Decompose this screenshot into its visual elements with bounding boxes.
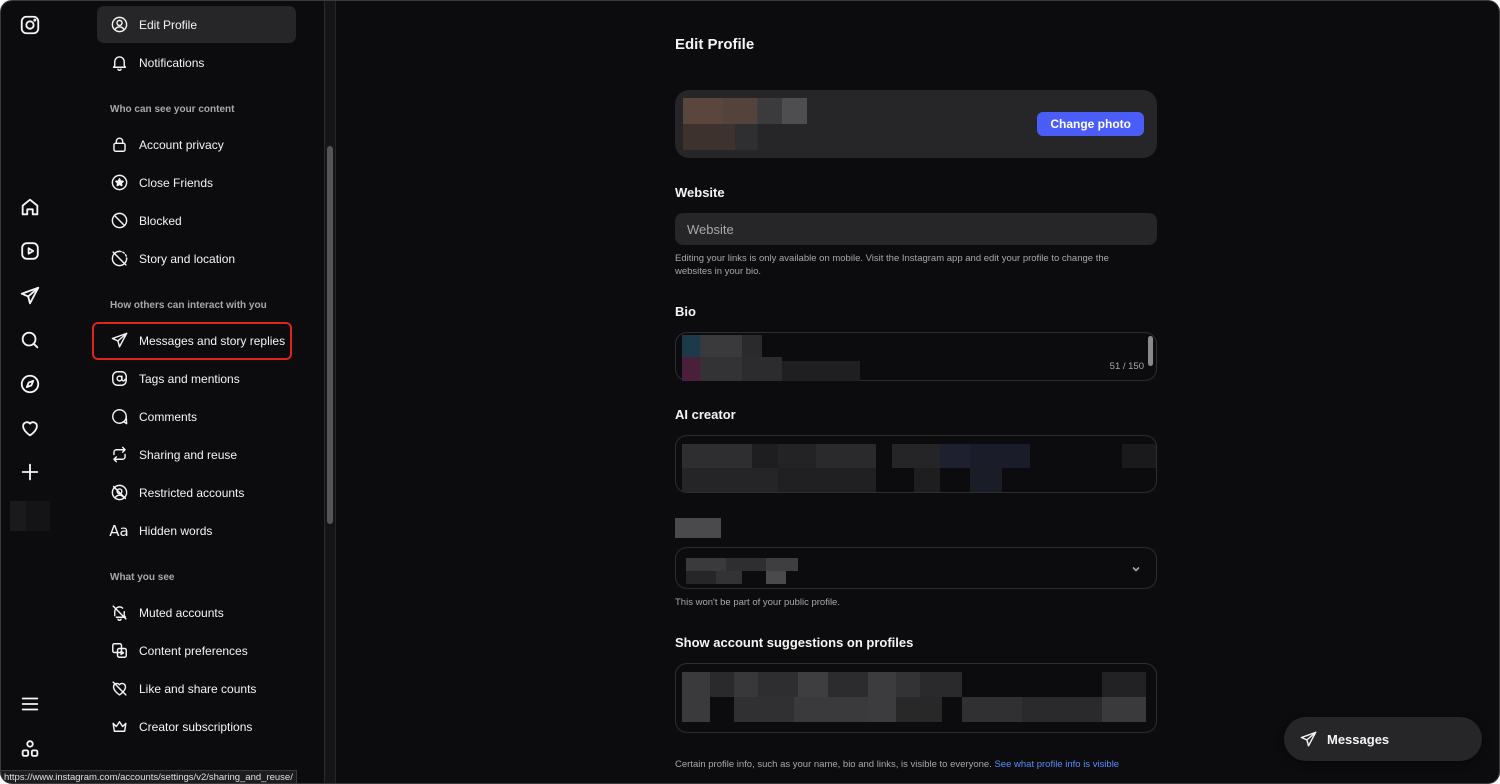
app-window: Edit Profile Notifications Who can see y… — [0, 0, 1500, 784]
ai-creator-setting[interactable] — [675, 435, 1157, 493]
nav-label: Like and share counts — [139, 681, 257, 696]
nav-creator-subscriptions[interactable]: Creator subscriptions — [97, 708, 296, 745]
nav-label: Messages and story replies — [139, 333, 286, 348]
nav-notifications[interactable]: Notifications — [97, 44, 296, 81]
gender-help-text: This won't be part of your public profil… — [675, 597, 840, 608]
restricted-icon — [109, 483, 129, 503]
menu-hamburger-icon[interactable] — [18, 692, 42, 716]
text-aa-icon: Aa — [109, 521, 129, 540]
comment-icon — [109, 407, 129, 427]
section-heading: How others can interact with you — [110, 300, 267, 311]
bio-character-counter: 51 / 150 — [1109, 361, 1144, 372]
nav-label: Muted accounts — [139, 605, 224, 620]
bell-off-icon — [109, 603, 129, 623]
reels-icon[interactable] — [18, 239, 42, 263]
nav-label: Tags and mentions — [139, 371, 240, 386]
profile-photo-redacted — [683, 98, 807, 150]
instagram-logo-icon[interactable] — [18, 13, 42, 37]
nav-comments[interactable]: Comments — [97, 398, 296, 435]
change-photo-button[interactable]: Change photo — [1037, 112, 1144, 136]
suggestions-label: Show account suggestions on profiles — [675, 635, 914, 650]
nav-story-and-location[interactable]: Story and location — [97, 240, 296, 277]
blocked-icon — [109, 211, 129, 231]
media-stack-icon — [109, 641, 129, 661]
send-icon — [109, 331, 129, 351]
nav-label: Account privacy — [139, 137, 224, 152]
nav-label: Story and location — [139, 251, 236, 266]
create-plus-icon[interactable] — [18, 460, 42, 484]
gender-select[interactable] — [675, 547, 1157, 589]
profile-avatar[interactable] — [10, 501, 50, 531]
page-title: Edit Profile — [675, 36, 755, 53]
profile-photo-card: Change photo — [675, 90, 1157, 158]
edit-profile-panel: Edit Profile Change photo Website Editin… — [336, 1, 1499, 783]
nav-account-privacy[interactable]: Account privacy — [97, 126, 296, 163]
home-icon[interactable] — [18, 195, 42, 219]
search-icon[interactable] — [18, 328, 42, 352]
crown-icon — [109, 717, 129, 737]
sidebar-scrollbar-thumb[interactable] — [327, 146, 333, 524]
chevron-down-icon — [1130, 562, 1142, 574]
nav-label: Restricted accounts — [139, 485, 245, 500]
explore-compass-icon[interactable] — [18, 372, 42, 396]
section-heading: Who can see your content — [110, 104, 235, 115]
apps-grid-icon[interactable] — [18, 737, 42, 761]
footer-info-text: Certain profile info, such as your name,… — [675, 759, 1120, 770]
repost-icon — [109, 445, 129, 465]
nav-edit-profile[interactable]: Edit Profile — [97, 6, 296, 43]
nav-close-friends[interactable]: Close Friends — [97, 164, 296, 201]
nav-like-and-share-counts[interactable]: Like and share counts — [97, 670, 296, 707]
nav-label: Close Friends — [139, 175, 214, 190]
settings-sidebar: Edit Profile Notifications Who can see y… — [58, 1, 324, 783]
bio-text-redacted — [682, 335, 878, 381]
nav-hidden-words[interactable]: Aa Hidden words — [97, 512, 296, 549]
star-circle-icon — [109, 173, 129, 193]
send-icon — [1300, 731, 1317, 747]
nav-messages-and-story-replies[interactable]: Messages and story replies — [97, 322, 296, 359]
nav-label: Creator subscriptions — [139, 719, 253, 734]
see-profile-info-link[interactable]: See what profile info is visible — [994, 759, 1119, 770]
ai-creator-label: AI creator — [675, 407, 736, 422]
messages-label: Messages — [1327, 731, 1390, 747]
ai-creator-text-redacted — [682, 444, 1160, 492]
website-help-text: Editing your links is only available on … — [675, 253, 1109, 277]
status-bar-url: https://www.instagram.com/accounts/setti… — [1, 770, 297, 783]
gender-value-redacted — [686, 558, 800, 584]
nav-label: Sharing and reuse — [139, 447, 238, 462]
nav-muted-accounts[interactable]: Muted accounts — [97, 594, 296, 631]
nav-label: Comments — [139, 409, 198, 424]
nav-label: Edit Profile — [139, 17, 198, 32]
direct-send-icon[interactable] — [18, 284, 42, 308]
suggestions-text-redacted — [682, 672, 1150, 722]
nav-label: Content preferences — [139, 643, 248, 658]
bio-scrollbar[interactable] — [1148, 336, 1153, 366]
nav-blocked[interactable]: Blocked — [97, 202, 296, 239]
website-label: Website — [675, 185, 725, 200]
website-input[interactable] — [675, 213, 1157, 245]
at-sign-icon — [109, 369, 129, 389]
nav-label: Notifications — [139, 55, 205, 70]
bell-icon — [109, 53, 129, 73]
lock-icon — [109, 135, 129, 155]
suggestions-setting[interactable] — [675, 663, 1157, 733]
section-heading: What you see — [110, 572, 175, 583]
heart-off-icon — [109, 679, 129, 699]
heart-icon[interactable] — [18, 416, 42, 440]
user-circle-icon — [109, 15, 129, 35]
nav-sharing-and-reuse[interactable]: Sharing and reuse — [97, 436, 296, 473]
nav-content-preferences[interactable]: Content preferences — [97, 632, 296, 669]
nav-tags-and-mentions[interactable]: Tags and mentions — [97, 360, 296, 397]
bio-textarea[interactable]: 51 / 150 — [675, 332, 1157, 381]
nav-label: Blocked — [139, 213, 182, 228]
nav-label: Hidden words — [139, 523, 213, 538]
left-rail — [1, 1, 58, 783]
story-off-icon — [109, 249, 129, 269]
nav-restricted-accounts[interactable]: Restricted accounts — [97, 474, 296, 511]
gender-label-redacted — [675, 518, 721, 538]
messages-button[interactable]: Messages — [1284, 717, 1482, 761]
bio-label: Bio — [675, 304, 696, 319]
